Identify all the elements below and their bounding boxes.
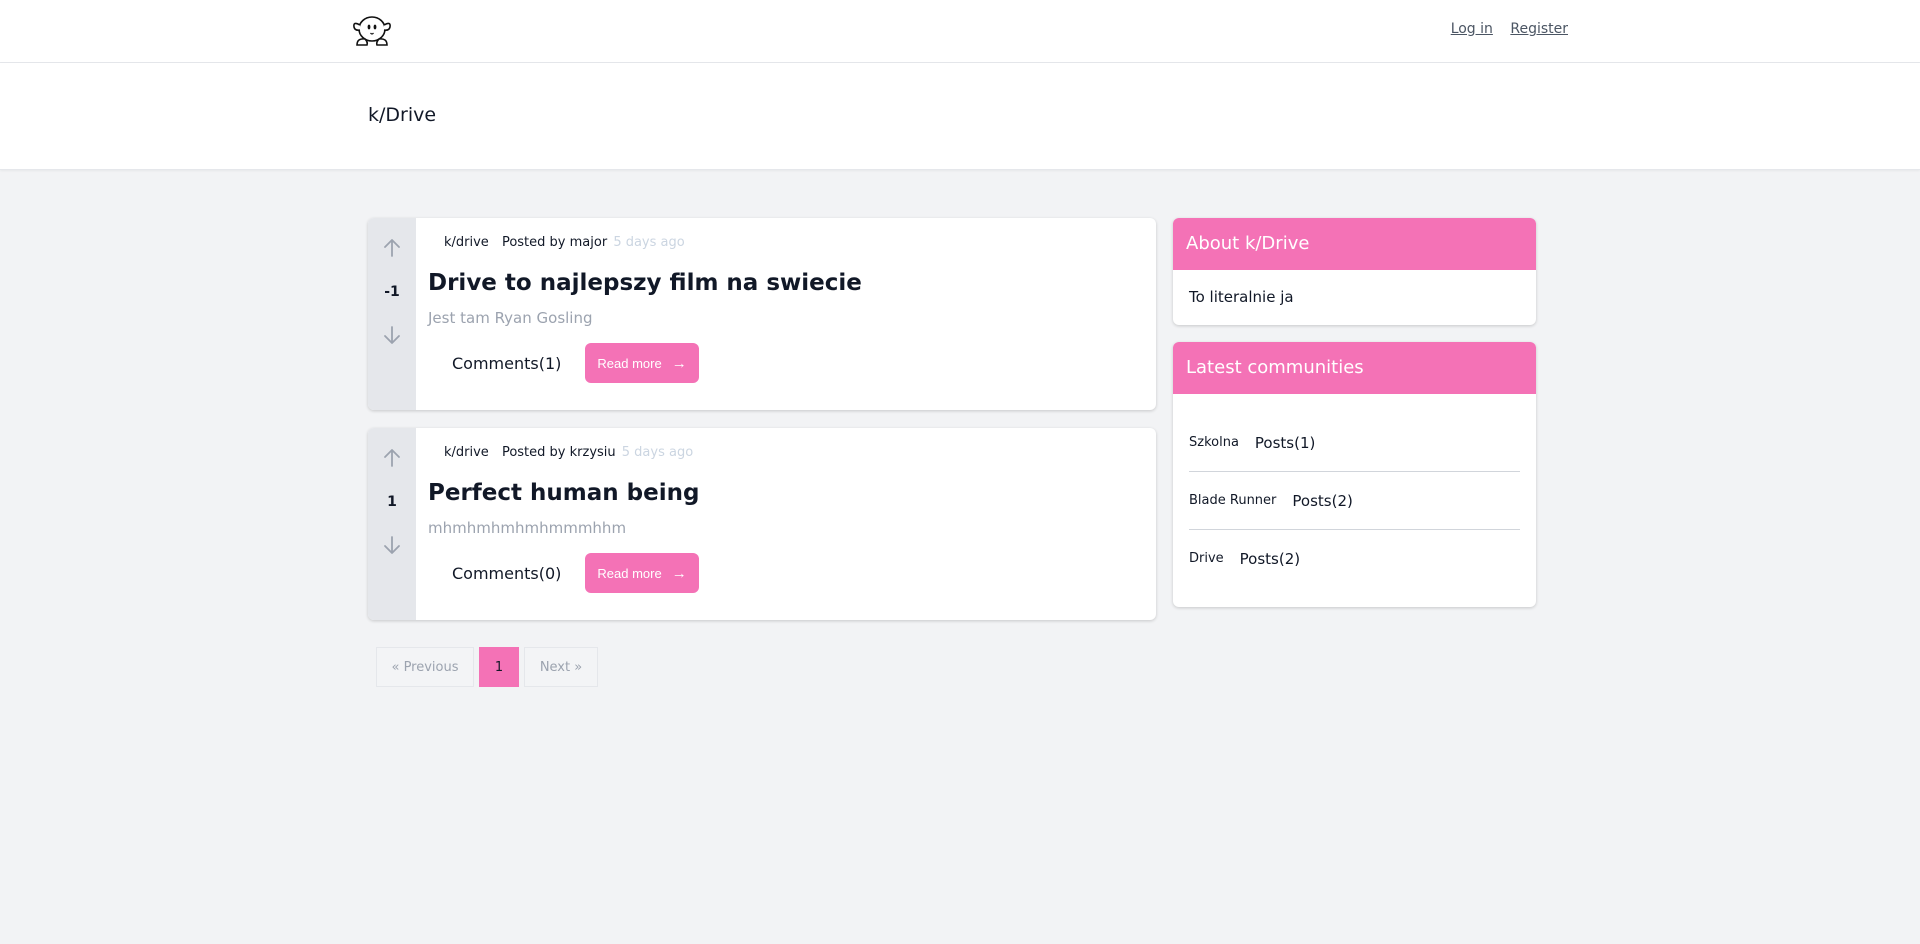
post-actions: Comments(1) Read more → — [428, 343, 1144, 383]
post-author-link[interactable]: major — [570, 235, 608, 250]
arrow-down-icon[interactable] — [380, 533, 404, 557]
read-more-label: Read more — [597, 355, 662, 371]
vote-column: 1 — [368, 428, 416, 620]
post-excerpt: Jest tam Ryan Gosling — [428, 309, 593, 327]
about-card: About k/Drive To literalnie ja — [1173, 218, 1536, 325]
post-body: k/drive Posted by major 5 days ago Drive… — [416, 218, 1156, 410]
community-post-count: Posts(2) — [1239, 549, 1301, 568]
list-item: Blade Runner Posts(2) — [1189, 472, 1520, 530]
post-author-link[interactable]: krzysiu — [570, 445, 616, 460]
current-page-button[interactable]: 1 — [479, 647, 519, 687]
posted-by-label: Posted by — [501, 445, 566, 460]
post-title[interactable]: Perfect human being — [428, 480, 1144, 506]
page-title: k/Drive — [368, 104, 437, 126]
read-more-button[interactable]: Read more → — [585, 553, 699, 593]
sidebar: About k/Drive To literalnie ja Latest co… — [1173, 218, 1536, 624]
post-time: 5 days ago — [613, 235, 685, 250]
top-navbar: Log in Register — [0, 0, 1920, 63]
post-title[interactable]: Drive to najlepszy film na swiecie — [428, 270, 1144, 296]
arrow-right-icon: → — [671, 564, 687, 582]
post-actions: Comments(0) Read more → — [428, 553, 1144, 593]
posted-by-label: Posted by — [501, 235, 566, 250]
latest-communities-card: Latest communities Szkolna Posts(1) Blad… — [1173, 342, 1536, 607]
read-more-button[interactable]: Read more → — [585, 343, 699, 383]
post-time: 5 days ago — [621, 445, 694, 460]
arrow-up-icon[interactable] — [380, 236, 404, 260]
community-link[interactable]: Drive — [1189, 551, 1224, 566]
community-post-count: Posts(1) — [1254, 433, 1316, 452]
arrow-right-icon: → — [671, 354, 687, 372]
post-meta: k/drive Posted by krzysiu 5 days ago — [444, 445, 1144, 460]
vote-count: 1 — [387, 494, 397, 510]
community-post-count: Posts(2) — [1292, 491, 1353, 510]
about-card-title: About k/Drive — [1173, 218, 1536, 270]
comments-link[interactable]: Comments(1) — [452, 354, 561, 373]
pagination: « Previous 1 Next » — [376, 647, 598, 687]
community-list: Szkolna Posts(1) Blade Runner Posts(2) D… — [1173, 394, 1536, 607]
post-card: -1 k/drive Posted by major 5 days ago Dr… — [368, 218, 1156, 410]
list-item: Szkolna Posts(1) — [1189, 414, 1520, 472]
arrow-up-icon[interactable] — [380, 446, 404, 470]
post-list: -1 k/drive Posted by major 5 days ago Dr… — [368, 218, 1156, 638]
vote-column: -1 — [368, 218, 416, 410]
register-link[interactable]: Register — [1510, 21, 1568, 37]
next-page-button[interactable]: Next » — [524, 647, 598, 687]
about-text: To literalnie ja — [1189, 288, 1294, 306]
post-subreddit-link[interactable]: k/drive — [444, 235, 489, 250]
latest-communities-title: Latest communities — [1173, 342, 1536, 394]
vote-count: -1 — [384, 284, 400, 300]
post-card: 1 k/drive Posted by krzysiu 5 days ago P… — [368, 428, 1156, 620]
post-excerpt: mhmhmhmhmhmmmhhm — [428, 519, 627, 537]
list-item: Drive Posts(2) — [1189, 530, 1520, 587]
post-body: k/drive Posted by krzysiu 5 days ago Per… — [416, 428, 1156, 620]
community-link[interactable]: Blade Runner — [1189, 493, 1276, 508]
comments-link[interactable]: Comments(0) — [452, 564, 561, 583]
kirby-logo-icon[interactable] — [351, 12, 393, 50]
read-more-label: Read more — [597, 565, 662, 581]
previous-page-button[interactable]: « Previous — [376, 647, 474, 687]
login-link[interactable]: Log in — [1451, 21, 1493, 37]
post-meta: k/drive Posted by major 5 days ago — [444, 235, 1144, 250]
page-header: k/Drive — [0, 63, 1920, 170]
community-link[interactable]: Szkolna — [1189, 435, 1239, 450]
post-subreddit-link[interactable]: k/drive — [444, 445, 489, 460]
arrow-down-icon[interactable] — [380, 323, 404, 347]
auth-links: Log in Register — [1438, 21, 1568, 37]
